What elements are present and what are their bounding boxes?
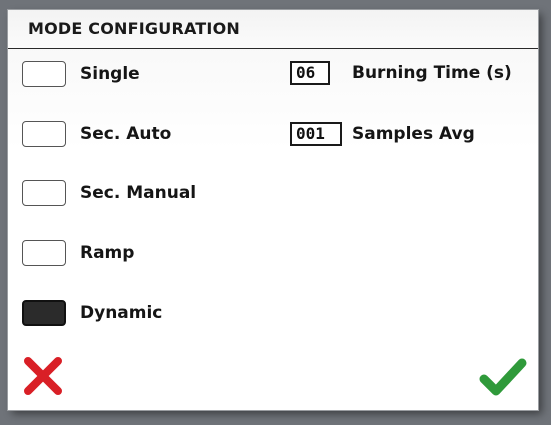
page-title: MODE CONFIGURATION [28, 19, 240, 38]
burning-time-field[interactable]: 06 [290, 61, 330, 85]
checkmark-icon [479, 358, 527, 396]
title-bar: MODE CONFIGURATION [8, 10, 538, 49]
mode-checkbox-sec-auto[interactable] [22, 121, 66, 147]
mode-checkbox-single[interactable] [22, 61, 66, 87]
mode-label-sec-auto: Sec. Auto [80, 124, 172, 144]
mode-label-dynamic: Dynamic [80, 303, 163, 323]
cancel-button[interactable] [20, 353, 66, 399]
mode-checkbox-dynamic[interactable] [22, 300, 66, 326]
mode-label-single: Single [80, 64, 140, 84]
mode-checkbox-sec-manual[interactable] [22, 180, 66, 206]
samples-avg-field[interactable]: 001 [290, 122, 342, 146]
close-x-icon [24, 357, 62, 395]
samples-avg-label: Samples Avg [352, 124, 475, 144]
burning-time-label: Burning Time (s) [352, 63, 512, 83]
confirm-button[interactable] [478, 353, 527, 399]
mode-label-ramp: Ramp [80, 243, 135, 263]
mode-label-sec-manual: Sec. Manual [80, 183, 197, 203]
mode-checkbox-ramp[interactable] [22, 240, 66, 266]
touch-screen: MODE CONFIGURATION Single Sec. Auto Sec.… [8, 10, 538, 410]
